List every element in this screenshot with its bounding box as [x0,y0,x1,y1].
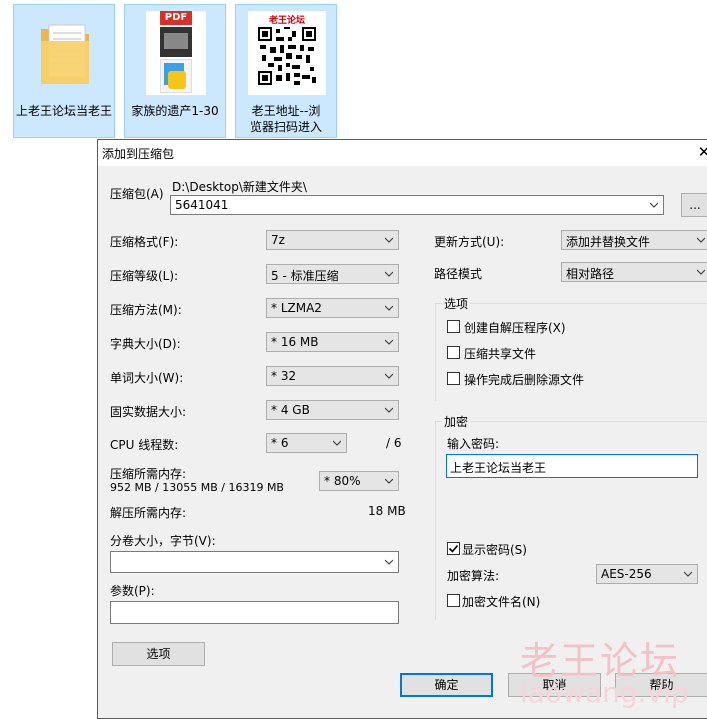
desktop-icon-pdf[interactable]: PDF 家族的遗产1-30 [124,4,226,138]
word-label: 单词大小(W): [110,371,184,385]
threads-total: / 6 [386,436,402,450]
desktop-icon-label: 老王地址--浏览器扫码进入 [249,104,322,134]
chevron-down-icon [385,305,393,311]
decompress-memory-value: 18 MB [368,504,406,518]
decompress-memory-label: 解压所需内存: [110,506,187,520]
threads-label: CPU 线程数: [110,438,179,452]
pdf-thumbnail-icon: PDF [146,11,206,95]
desktop-icon-qr[interactable]: 老王论坛 老王地址--浏览器扫码进入 [235,4,337,138]
level-select[interactable]: 5 - 标准压缩 [266,264,399,284]
update-label: 更新方式(U): [434,235,505,249]
chevron-down-icon [385,271,393,277]
chevron-down-icon [333,440,341,446]
dialog-title: 添加到压缩包 [102,147,175,161]
desktop-icon-label: 家族的遗产1-30 [131,104,219,118]
encrypt-names-label: 加密文件名(N) [462,595,541,609]
title-bar[interactable]: 添加到压缩包 ✕ [98,140,707,166]
chevron-down-icon [697,269,705,275]
update-select[interactable]: 添加并替换文件 [561,230,707,250]
chevron-down-icon [385,407,393,413]
chevron-down-icon [385,237,393,243]
archive-name-value: 5641041 [175,198,229,212]
checkmark-icon [448,544,459,553]
method-value: * LZMA2 [271,301,322,315]
shared-label: 压缩共享文件 [464,347,537,361]
path-mode-label: 路径模式 [434,267,483,281]
desktop-icon-label: 上老王论坛当老王 [15,104,112,118]
delete-source-checkbox[interactable] [447,372,460,385]
password-value: 上老王论坛当老王 [450,461,547,475]
chevron-down-icon [697,237,705,243]
method-select[interactable]: * LZMA2 [266,298,399,318]
algorithm-select[interactable]: AES-256 [596,564,698,584]
path-mode-value: 相对路径 [566,267,615,281]
memory-percent-select[interactable]: * 80% [319,471,399,491]
chevron-down-icon [385,373,393,379]
dict-select[interactable]: * 16 MB [266,332,399,352]
delete-source-label: 操作完成后删除源文件 [464,373,585,387]
pdf-badge: PDF [160,11,192,25]
desktop-icon-folder[interactable]: 上老王论坛当老王 [13,4,115,138]
encryption-group-title: 加密 [442,413,471,430]
folder-icon [41,24,89,84]
sfx-label: 创建自解压程序(X) [464,321,566,335]
split-label: 分卷大小，字节(V): [110,534,216,548]
chevron-down-icon [650,202,658,208]
solid-select[interactable]: * 4 GB [266,400,399,420]
format-value: 7z [271,233,285,247]
dict-value: * 16 MB [271,335,319,349]
close-icon[interactable]: ✕ [694,142,707,162]
word-select[interactable]: * 32 [266,366,399,386]
update-value: 添加并替换文件 [566,235,651,249]
memory-detail: 952 MB / 13055 MB / 16319 MB [110,481,284,494]
chevron-down-icon [684,571,692,577]
qr-thumbnail-icon: 老王论坛 [248,11,326,95]
threads-select[interactable]: * 6 [266,433,347,453]
format-select[interactable]: 7z [266,230,399,250]
password-label: 输入密码: [447,437,500,451]
watermark-url: laowang.vip [520,676,689,709]
chevron-down-icon [385,339,393,345]
qr-header: 老王论坛 [268,16,305,26]
password-input[interactable]: 上老王论坛当老王 [446,454,698,478]
word-value: * 32 [271,369,297,383]
chevron-down-icon [385,559,393,565]
qr-code-icon [258,27,316,85]
dict-label: 字典大小(D): [110,337,181,351]
solid-value: * 4 GB [271,403,310,417]
algorithm-label: 加密算法: [447,569,500,583]
archive-path: D:\Desktop\新建文件夹\ [172,180,307,194]
path-mode-select[interactable]: 相对路径 [561,262,707,282]
encrypt-names-checkbox[interactable] [447,594,460,607]
browse-button[interactable]: ... [681,193,707,217]
memory-label: 压缩所需内存: [110,467,187,481]
split-size-combo[interactable] [110,551,399,573]
threads-value: * 6 [271,436,289,450]
archive-name-combo[interactable]: 5641041 [170,195,664,215]
params-label: 参数(P): [110,584,155,598]
ok-button[interactable]: 确定 [400,673,493,697]
params-input[interactable] [110,601,399,624]
shared-checkbox[interactable] [447,346,460,359]
archive-label: 压缩包(A) [110,187,164,201]
format-label: 压缩格式(F): [110,235,179,249]
options-button[interactable]: 选项 [112,642,205,666]
memory-percent-value: * 80% [324,474,361,488]
level-label: 压缩等级(L): [110,269,179,283]
chevron-down-icon [385,478,393,484]
solid-label: 固实数据大小: [110,405,187,419]
sfx-checkbox[interactable] [447,320,460,333]
show-password-checkbox[interactable] [447,542,460,555]
level-value: 5 - 标准压缩 [271,269,339,283]
show-password-label: 显示密码(S) [462,543,527,557]
method-label: 压缩方法(M): [110,303,182,317]
algorithm-value: AES-256 [601,567,652,581]
options-group-title: 选项 [442,295,471,312]
